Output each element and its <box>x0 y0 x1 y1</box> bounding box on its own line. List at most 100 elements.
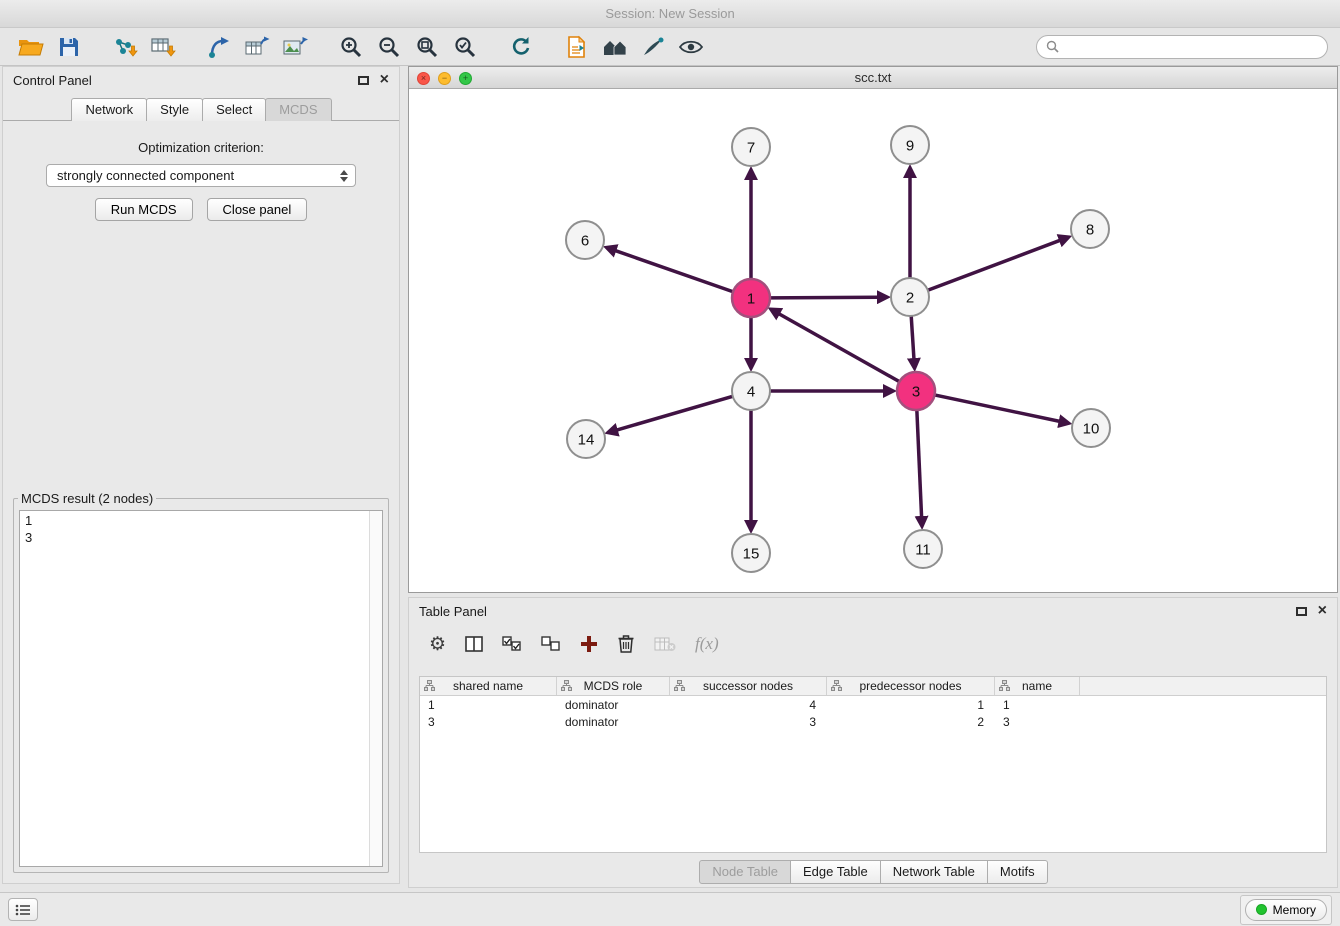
save-session-button[interactable] <box>50 31 88 63</box>
show-hide-button[interactable] <box>672 31 710 63</box>
tab-motifs[interactable]: Motifs <box>987 860 1048 884</box>
style-brush-button[interactable] <box>634 31 672 63</box>
node-table: shared nameMCDS rolesuccessor nodesprede… <box>419 676 1327 853</box>
open-folder-icon <box>18 36 44 58</box>
node-11[interactable]: 11 <box>904 530 942 568</box>
mcds-result-list: 13 <box>20 511 368 866</box>
tab-network-table[interactable]: Network Table <box>880 860 988 884</box>
edge-3-10[interactable] <box>935 395 1060 421</box>
edge-1-6[interactable] <box>615 251 733 292</box>
select-all-button[interactable] <box>502 636 522 652</box>
node-4[interactable]: 4 <box>732 372 770 410</box>
search-input[interactable] <box>1064 39 1318 54</box>
copy-network-button[interactable] <box>558 31 596 63</box>
mcds-result-box[interactable]: 13 <box>19 510 383 867</box>
memory-button[interactable]: Memory <box>1245 899 1327 921</box>
add-column-button[interactable] <box>580 635 598 653</box>
search-box[interactable] <box>1036 35 1328 59</box>
column-header-name[interactable]: name <box>995 677 1080 695</box>
columns-icon <box>465 636 483 652</box>
edge-1-2[interactable] <box>770 297 878 298</box>
edge-2-8[interactable] <box>928 240 1060 290</box>
window-zoom-icon[interactable]: + <box>459 72 472 85</box>
sort-icon <box>831 680 842 691</box>
edge-3-1[interactable] <box>779 314 900 382</box>
zoom-out-button[interactable] <box>370 31 408 63</box>
result-scrollbar[interactable] <box>369 511 382 866</box>
cell[interactable]: 1 <box>420 698 557 712</box>
node-7[interactable]: 7 <box>732 128 770 166</box>
network-canvas[interactable]: 7 9 6 8 1 2 4 3 14 10 15 11 <box>409 89 1337 592</box>
cell[interactable]: 3 <box>995 715 1080 729</box>
criterion-select[interactable]: strongly connected component <box>46 164 356 187</box>
refresh-button[interactable] <box>502 31 540 63</box>
tab-network[interactable]: Network <box>71 98 147 121</box>
node-1[interactable]: 1 <box>732 279 770 317</box>
tab-select[interactable]: Select <box>202 98 266 121</box>
new-table-button[interactable] <box>238 31 276 63</box>
show-columns-button[interactable] <box>465 636 483 652</box>
deselect-all-button[interactable] <box>541 636 561 652</box>
column-header-predecessor-nodes[interactable]: predecessor nodes <box>827 677 995 695</box>
cell[interactable]: 1 <box>827 698 995 712</box>
cell[interactable]: 1 <box>995 698 1080 712</box>
close-table-panel-icon[interactable]: × <box>1318 603 1327 619</box>
cell[interactable]: dominator <box>557 715 670 729</box>
column-header-shared-name[interactable]: shared name <box>420 677 557 695</box>
run-mcds-button[interactable]: Run MCDS <box>95 198 193 221</box>
window-minimize-icon[interactable]: − <box>438 72 451 85</box>
window-close-icon[interactable]: × <box>417 72 430 85</box>
cell[interactable]: 4 <box>670 698 827 712</box>
node-8[interactable]: 8 <box>1071 210 1109 248</box>
edge-3-11[interactable] <box>917 410 922 517</box>
open-session-button[interactable] <box>12 31 50 63</box>
node-2[interactable]: 2 <box>891 278 929 316</box>
table-header-row: shared nameMCDS rolesuccessor nodesprede… <box>420 677 1326 696</box>
float-table-panel-icon[interactable] <box>1296 607 1307 616</box>
tab-mcds[interactable]: MCDS <box>265 98 331 121</box>
close-panel-icon[interactable]: × <box>380 72 389 88</box>
zoom-selected-icon <box>453 35 477 59</box>
task-history-button[interactable] <box>8 898 38 921</box>
node-9[interactable]: 9 <box>891 126 929 164</box>
cell[interactable]: 2 <box>827 715 995 729</box>
tab-node-table[interactable]: Node Table <box>699 860 791 884</box>
close-panel-button[interactable]: Close panel <box>207 198 308 221</box>
new-network-button[interactable] <box>200 31 238 63</box>
column-header-mcds-role[interactable]: MCDS role <box>557 677 670 695</box>
node-6[interactable]: 6 <box>566 221 604 259</box>
delete-column-button[interactable] <box>617 634 635 654</box>
main-toolbar <box>0 28 1340 66</box>
copy-network-icon <box>566 35 588 59</box>
zoom-fit-button[interactable] <box>408 31 446 63</box>
node-14[interactable]: 14 <box>567 420 605 458</box>
table-settings-button[interactable]: ⚙ <box>429 635 446 654</box>
cell[interactable]: dominator <box>557 698 670 712</box>
function-builder-button: f(x) <box>695 634 719 654</box>
node-15[interactable]: 15 <box>732 534 770 572</box>
import-network-button[interactable] <box>106 31 144 63</box>
edge-2-3[interactable] <box>911 316 914 359</box>
table-row[interactable]: 3dominator323 <box>420 713 1326 730</box>
delete-table-icon <box>654 636 676 652</box>
node-3[interactable]: 3 <box>897 372 935 410</box>
import-table-button[interactable] <box>144 31 182 63</box>
float-panel-icon[interactable] <box>358 76 369 85</box>
zoom-in-button[interactable] <box>332 31 370 63</box>
memory-indicator: Memory <box>1240 895 1332 925</box>
edge-4-14[interactable] <box>617 396 733 430</box>
cell[interactable]: 3 <box>670 715 827 729</box>
node-label: 9 <box>906 138 914 155</box>
cell[interactable]: 3 <box>420 715 557 729</box>
table-row[interactable]: 1dominator411 <box>420 696 1326 713</box>
node-10[interactable]: 10 <box>1072 409 1110 447</box>
column-header-successor-nodes[interactable]: successor nodes <box>670 677 827 695</box>
network-overview-button[interactable] <box>596 31 634 63</box>
criterion-value: strongly connected component <box>57 168 234 183</box>
tab-style[interactable]: Style <box>146 98 203 121</box>
export-image-button[interactable] <box>276 31 314 63</box>
zoom-selected-button[interactable] <box>446 31 484 63</box>
network-window-titlebar[interactable]: × − + scc.txt <box>409 67 1337 89</box>
tab-edge-table[interactable]: Edge Table <box>790 860 881 884</box>
window-titlebar: Session: New Session <box>0 0 1340 28</box>
